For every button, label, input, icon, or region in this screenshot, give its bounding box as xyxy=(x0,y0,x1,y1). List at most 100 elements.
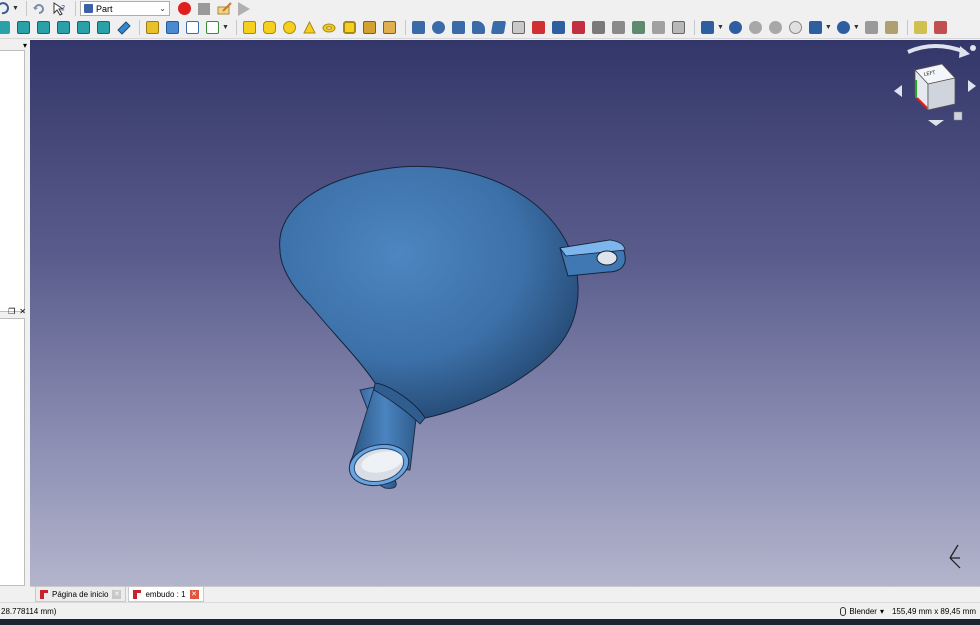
float-panel-icon[interactable]: ❐ xyxy=(8,307,15,316)
part-projection-button[interactable] xyxy=(670,19,687,36)
part-offset-button[interactable] xyxy=(630,19,647,36)
thickness-icon xyxy=(651,21,665,34)
nav-cube-arrow-bottom[interactable] xyxy=(928,120,944,126)
part-container-icon xyxy=(146,21,159,34)
dimension-readout: 155,49 mm x 89,45 mm xyxy=(891,606,976,616)
view-top-icon xyxy=(37,21,50,34)
tab-start-page-label: Página de inicio xyxy=(52,589,109,599)
part-compound-button[interactable] xyxy=(699,19,716,36)
fillet-icon xyxy=(471,21,485,34)
view-top-button[interactable] xyxy=(35,19,52,36)
create-link-button[interactable] xyxy=(184,19,201,36)
refresh-icon xyxy=(33,3,45,14)
tab-embudo[interactable]: embudo : 1 ✕ xyxy=(128,587,204,602)
navigation-cube[interactable]: LEFT xyxy=(894,44,976,126)
part-shapebuilder-button[interactable] xyxy=(381,19,398,36)
part-tube-button[interactable] xyxy=(341,19,358,36)
ruler-icon xyxy=(116,20,131,35)
scene-svg: LEFT xyxy=(279,44,976,569)
compound-icon xyxy=(700,21,714,34)
nav-cube-rotate-arrow-top[interactable] xyxy=(907,44,966,54)
part-box-button[interactable] xyxy=(241,19,258,36)
panel-dropdown-arrow[interactable]: ▾ xyxy=(23,41,27,50)
close-panel-icon[interactable]: ✕ xyxy=(19,307,26,316)
whats-this-button[interactable]: ? xyxy=(51,0,68,17)
part-cone-button[interactable] xyxy=(301,19,318,36)
macro-stop-button[interactable] xyxy=(196,0,213,17)
tree-view[interactable] xyxy=(0,50,25,312)
undo-button[interactable] xyxy=(0,0,11,17)
tab-start-page[interactable]: Página de inicio ✕ xyxy=(35,587,127,602)
defeaturing-icon xyxy=(884,21,898,34)
nav-cube-arrow-left[interactable] xyxy=(894,85,902,97)
os-taskbar xyxy=(0,619,980,625)
part-boolean-button[interactable] xyxy=(727,19,744,36)
property-panel-header: ❐ ✕ xyxy=(0,305,28,317)
part-chamfer-button[interactable] xyxy=(490,19,507,36)
nav-cube-menu-icon[interactable] xyxy=(953,111,963,121)
part-defeaturing-button[interactable] xyxy=(883,19,900,36)
link-actions-dropdown-arrow[interactable]: ▼ xyxy=(222,24,229,31)
part-thickness-button[interactable] xyxy=(650,19,667,36)
close-icon[interactable]: ✕ xyxy=(189,589,199,599)
view-right-icon xyxy=(57,21,70,34)
part-extrude-button[interactable] xyxy=(410,19,427,36)
view-rear-icon xyxy=(77,21,90,34)
cross-sections-icon xyxy=(611,21,625,34)
property-view[interactable] xyxy=(0,318,25,586)
part-primitives-button[interactable] xyxy=(361,19,378,36)
part-common-button[interactable] xyxy=(787,19,804,36)
macro-record-button[interactable] xyxy=(176,0,193,17)
part-check-geometry-button[interactable] xyxy=(863,19,880,36)
part-sphere-button[interactable] xyxy=(281,19,298,36)
part-mirror-button[interactable] xyxy=(450,19,467,36)
undo-dropdown-arrow[interactable]: ▼ xyxy=(12,5,19,12)
close-icon[interactable]: ✕ xyxy=(112,589,122,599)
part-revolve-button[interactable] xyxy=(430,19,447,36)
part-sweep-button[interactable] xyxy=(570,19,587,36)
create-group-button[interactable] xyxy=(164,19,181,36)
macro-run-button[interactable] xyxy=(236,0,253,17)
link-actions-button[interactable] xyxy=(204,19,221,36)
part-loft-button[interactable] xyxy=(550,19,567,36)
offset-icon xyxy=(631,21,645,34)
compound-dropdown-arrow[interactable]: ▼ xyxy=(717,24,724,31)
view-fit-all-button[interactable] xyxy=(0,19,12,36)
refresh-button[interactable] xyxy=(31,0,48,17)
part-cylinder-button[interactable] xyxy=(261,19,278,36)
funnel-model[interactable] xyxy=(279,165,626,490)
workbench-selector[interactable]: Part ⌄ xyxy=(79,1,170,16)
part-make-face-button[interactable] xyxy=(510,19,527,36)
join-icon xyxy=(808,21,822,34)
projection-icon xyxy=(671,21,685,34)
tab-embudo-label: embudo : 1 xyxy=(145,589,186,599)
view-right-button[interactable] xyxy=(55,19,72,36)
cylinder-icon xyxy=(262,21,276,34)
view-front-button[interactable] xyxy=(15,19,32,36)
part-workbench-icon xyxy=(83,4,93,13)
macro-edit-button[interactable] xyxy=(216,0,233,17)
part-torus-button[interactable] xyxy=(321,19,338,36)
join-dropdown-arrow[interactable]: ▼ xyxy=(825,24,832,31)
part-measure-linear-button[interactable] xyxy=(912,19,929,36)
part-ruled-surface-button[interactable] xyxy=(530,19,547,36)
part-join-button[interactable] xyxy=(807,19,824,36)
split-dropdown-arrow[interactable]: ▼ xyxy=(853,24,860,31)
create-part-button[interactable] xyxy=(144,19,161,36)
status-bar: 28.778114 mm) Blender ▾ 155,49 mm x 89,4… xyxy=(0,602,980,619)
view-front-icon xyxy=(17,21,30,34)
part-cross-sections-button[interactable] xyxy=(610,19,627,36)
measure-button[interactable] xyxy=(115,19,132,36)
part-measure-angular-button[interactable] xyxy=(932,19,949,36)
navigation-style-selector[interactable]: Blender ▾ xyxy=(840,606,884,616)
part-fillet-button[interactable] xyxy=(470,19,487,36)
part-split-button[interactable] xyxy=(835,19,852,36)
part-section-button[interactable] xyxy=(590,19,607,36)
boolean-icon xyxy=(728,21,742,34)
view-bottom-button[interactable] xyxy=(95,19,112,36)
part-cut-button[interactable] xyxy=(747,19,764,36)
3d-viewport[interactable]: LEFT xyxy=(30,40,980,586)
nav-cube-arrow-right[interactable] xyxy=(968,80,976,92)
view-rear-button[interactable] xyxy=(75,19,92,36)
part-fuse-button[interactable] xyxy=(767,19,784,36)
